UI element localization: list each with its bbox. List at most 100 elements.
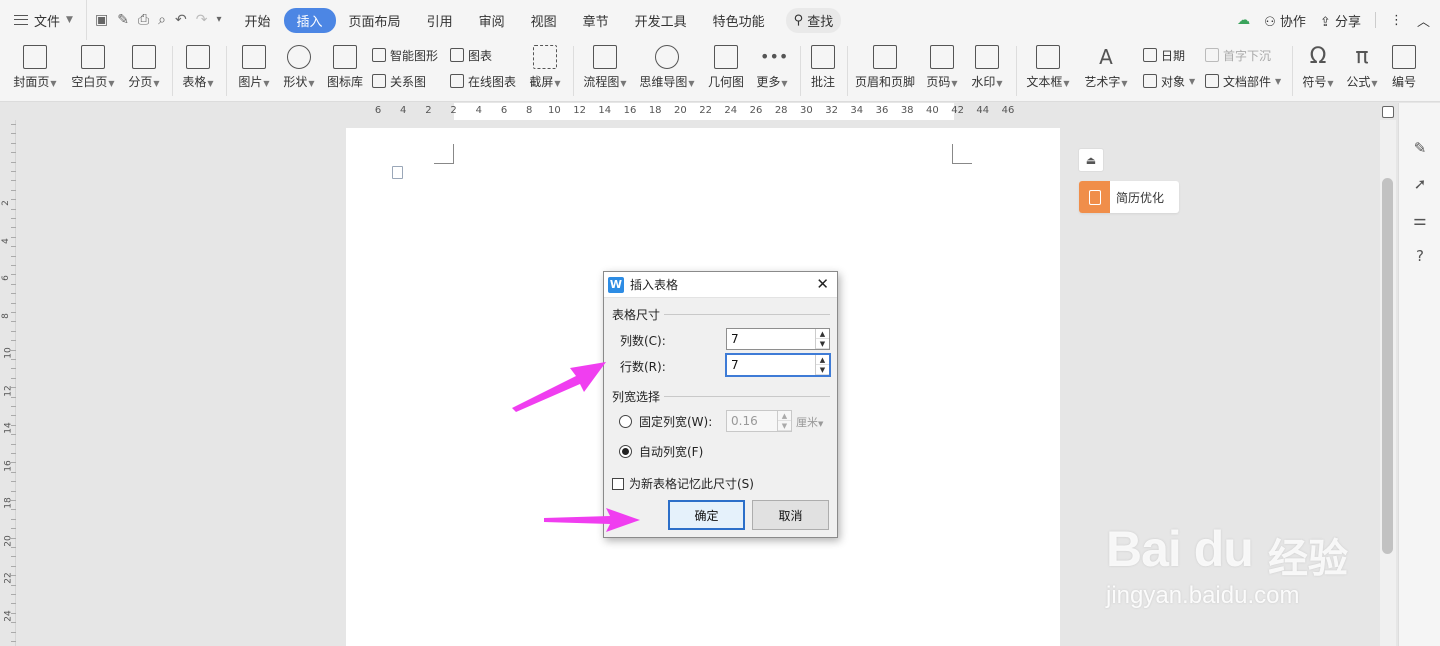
relation-chart-button[interactable]: 关系图 xyxy=(372,72,426,90)
header-footer-button[interactable]: 页眉和页脚 xyxy=(852,40,918,102)
cancel-button[interactable]: 取消 xyxy=(752,500,829,530)
drop-cap-button[interactable]: 首字下沉 xyxy=(1205,46,1271,64)
cloud-sync-icon[interactable]: ☁ xyxy=(1237,13,1250,28)
ruler-tick-label: 32 xyxy=(825,105,838,116)
table-button[interactable]: 表格▼ xyxy=(178,40,218,102)
pen-icon[interactable]: ✎ xyxy=(1411,139,1429,157)
icon-library-button[interactable]: 图标库 xyxy=(324,40,366,102)
blank-page-button[interactable]: 空白页▼ xyxy=(66,40,120,102)
fixed-width-radio[interactable]: 固定列宽(W): xyxy=(619,413,712,430)
redo-icon[interactable]: ↷ xyxy=(196,13,208,27)
rows-label: 行数(R): xyxy=(620,360,666,374)
collab-button[interactable]: ⚇ 协作 xyxy=(1264,11,1306,30)
cover-page-button[interactable]: 封面页▼ xyxy=(8,40,62,102)
date-button[interactable]: 日期 xyxy=(1143,46,1185,64)
vertical-ruler[interactable]: 2 4 6 8 10 12 14 16 18 20 22 24 xyxy=(0,120,16,646)
search-box[interactable]: ⚲ 查找 xyxy=(785,7,842,33)
tab-developer[interactable]: 开发工具 xyxy=(622,8,700,33)
tab-insert[interactable]: 插入 xyxy=(283,7,336,33)
scrollbar-thumb[interactable] xyxy=(1382,178,1393,554)
print-preview-icon[interactable]: ⌕ xyxy=(158,13,166,27)
undo-icon[interactable]: ↶ xyxy=(175,13,187,27)
decrement-icon[interactable]: ▼ xyxy=(816,365,829,375)
symbol-button[interactable]: Ω 符号▼ xyxy=(1298,40,1338,102)
chart-button[interactable]: 图表 xyxy=(450,46,492,64)
print-icon[interactable]: ⎙ xyxy=(138,13,149,27)
textbox-button[interactable]: 文本框▼ xyxy=(1023,40,1073,102)
decrement-icon[interactable]: ▼ xyxy=(778,421,791,431)
close-icon[interactable]: ✕ xyxy=(816,276,829,292)
column-width-group: 列宽选择 xyxy=(612,388,830,405)
horizontal-ruler[interactable]: 6 4 2 2 4 6 8 10 12 14 16 18 20 22 24 26 28 30 32 34 36 38 40 4… xyxy=(346,103,1060,120)
comment-button[interactable]: 批注 xyxy=(805,40,841,102)
textbox-icon xyxy=(1036,45,1060,69)
ruler-tick xyxy=(11,631,16,633)
ruler-tick xyxy=(11,641,16,642)
screenshot-button[interactable]: 截屏▼ xyxy=(525,40,565,102)
cursor-icon[interactable]: ➚ xyxy=(1411,175,1429,193)
auto-width-radio[interactable]: 自动列宽(F) xyxy=(619,443,703,460)
tab-page-layout[interactable]: 页面布局 xyxy=(336,8,414,33)
tab-features[interactable]: 特色功能 xyxy=(700,8,778,33)
watermark-label: 水印 xyxy=(971,75,996,89)
ruler-tick xyxy=(11,528,16,530)
increment-icon[interactable]: ▲ xyxy=(816,355,829,365)
picture-button[interactable]: 图片▼ xyxy=(234,40,274,102)
numbering-button[interactable]: 编号 xyxy=(1386,40,1422,102)
mindmap-button[interactable]: 思维导图▼ xyxy=(636,40,698,102)
split-view-icon[interactable] xyxy=(1382,106,1394,118)
share-button[interactable]: ⇪ 分享 xyxy=(1320,11,1361,30)
ruler-tick xyxy=(11,434,16,436)
ok-button[interactable]: 确定 xyxy=(668,500,745,530)
tab-review[interactable]: 审阅 xyxy=(466,8,518,33)
flowchart-button[interactable]: 流程图▼ xyxy=(580,40,630,102)
watermark-button[interactable]: 水印▼ xyxy=(966,40,1008,102)
online-chart-button[interactable]: 在线图表 xyxy=(450,72,516,90)
page-break-button[interactable]: 分页▼ xyxy=(124,40,164,102)
tab-home[interactable]: 开始 xyxy=(232,8,284,33)
more-button[interactable]: ••• 更多▼ xyxy=(752,40,792,102)
tab-view[interactable]: 视图 xyxy=(518,8,570,33)
page-number-button[interactable]: 页码▼ xyxy=(922,40,962,102)
formula-button[interactable]: π 公式▼ xyxy=(1342,40,1382,102)
unit-select[interactable]: 厘米▼ xyxy=(796,414,823,430)
paragraph-options-icon[interactable] xyxy=(392,166,403,179)
decrement-icon[interactable]: ▼ xyxy=(816,339,829,349)
object-button[interactable]: 对象 ▼ xyxy=(1143,72,1195,90)
picture-icon xyxy=(242,45,266,69)
help-icon[interactable]: ? xyxy=(1411,247,1429,265)
save-icon[interactable]: ▣ xyxy=(95,13,108,27)
customize-icon[interactable]: ▾ xyxy=(216,15,221,25)
settings-sliders-icon[interactable]: ⚌ xyxy=(1411,211,1429,229)
increment-icon[interactable]: ▲ xyxy=(778,411,791,421)
tab-references[interactable]: 引用 xyxy=(414,8,466,33)
vertical-scrollbar[interactable] xyxy=(1380,106,1396,646)
search-label: 查找 xyxy=(807,14,834,30)
tab-section[interactable]: 章节 xyxy=(570,8,622,33)
ruler-tick-label: 8 xyxy=(0,312,11,319)
shape-button[interactable]: 形状▼ xyxy=(279,40,319,102)
resume-optimize-button[interactable]: 简历优化 xyxy=(1079,181,1179,213)
collapse-panel-button[interactable]: ⏏ xyxy=(1078,148,1104,172)
geometry-button[interactable]: 几何图 xyxy=(704,40,748,102)
ruler-tick xyxy=(11,189,16,191)
columns-stepper[interactable]: 7 ▲ ▼ xyxy=(726,328,830,350)
file-menu[interactable]: 文件 ▼ xyxy=(0,11,86,30)
screenshot-label: 截屏 xyxy=(529,75,554,89)
ruler-tick-label: 24 xyxy=(3,609,14,622)
remember-size-checkbox[interactable]: 为新表格记忆此尺寸(S) xyxy=(612,475,754,492)
annotation-arrow xyxy=(544,508,640,532)
more-vertical-icon[interactable]: ⋮ xyxy=(1390,13,1403,28)
wordart-button[interactable]: A 艺术字▼ xyxy=(1080,40,1132,102)
format-painter-icon[interactable]: ✎ xyxy=(117,13,129,27)
geometry-label: 几何图 xyxy=(707,75,744,89)
rows-stepper[interactable]: 7 ▲ ▼ xyxy=(726,354,830,376)
collapse-ribbon-icon[interactable]: ︿ xyxy=(1417,11,1430,30)
dialog-titlebar[interactable]: W 插入表格 ✕ xyxy=(604,272,837,298)
increment-icon[interactable]: ▲ xyxy=(816,329,829,339)
doc-parts-button[interactable]: 文档部件 ▼ xyxy=(1205,72,1281,90)
ruler-tick xyxy=(11,302,16,304)
unit-label: 厘米 xyxy=(796,416,818,429)
smart-art-button[interactable]: 智能图形 xyxy=(372,46,438,64)
fixed-width-stepper[interactable]: 0.16 ▲ ▼ xyxy=(726,410,792,432)
